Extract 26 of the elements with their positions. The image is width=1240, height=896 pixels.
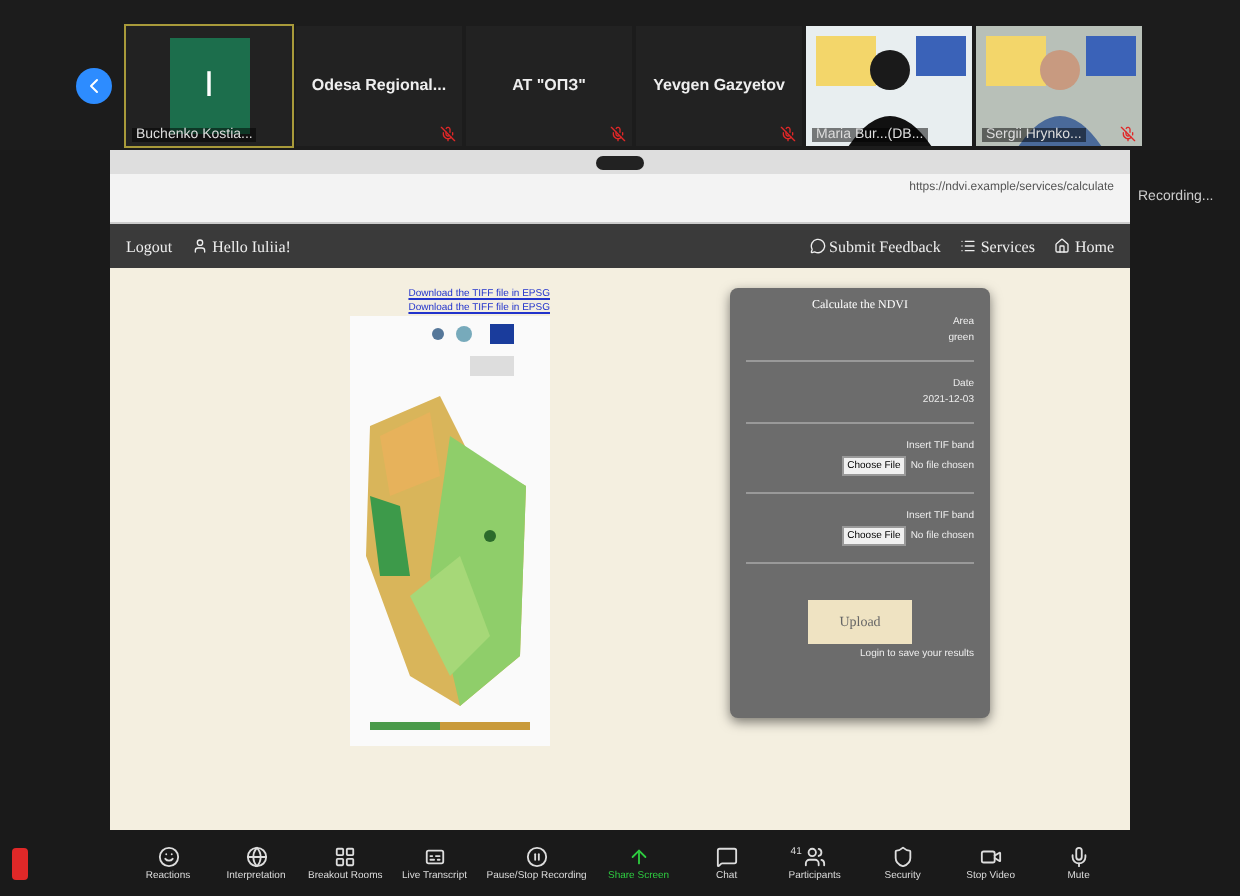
rec-icon: [525, 845, 548, 867]
back-button[interactable]: [76, 67, 112, 103]
nav-link[interactable]: Logout: [126, 237, 173, 255]
people-icon: [803, 845, 826, 867]
list-icon: [960, 238, 977, 254]
video-icon: [979, 845, 1002, 867]
participant-name: Odesa Regional...: [311, 76, 447, 94]
globe-icon: [245, 845, 267, 867]
house-icon: [1054, 238, 1071, 254]
sharing-indicator: [596, 155, 644, 169]
share-icon: [627, 845, 650, 867]
nav-link[interactable]: Services: [960, 237, 1035, 255]
mic-icon: [1067, 845, 1090, 867]
nav-link[interactable]: Submit Feedback: [809, 237, 941, 255]
grid-icon: [334, 845, 357, 867]
shield-icon: [891, 845, 914, 867]
cc-icon: [423, 845, 446, 867]
nav-link[interactable]: Home: [1054, 237, 1114, 255]
speech-bubble-icon: [809, 238, 826, 254]
user-icon: [192, 238, 209, 254]
participant-name: Yevgen Gazyetov: [653, 76, 785, 94]
chat-icon: [715, 845, 738, 867]
participant-name: AT "ОПЗ": [512, 76, 586, 94]
end-meeting-button[interactable]: [12, 847, 28, 879]
smile-icon: [157, 845, 179, 867]
nav-link[interactable]: Hello Iuliia!: [192, 237, 291, 255]
